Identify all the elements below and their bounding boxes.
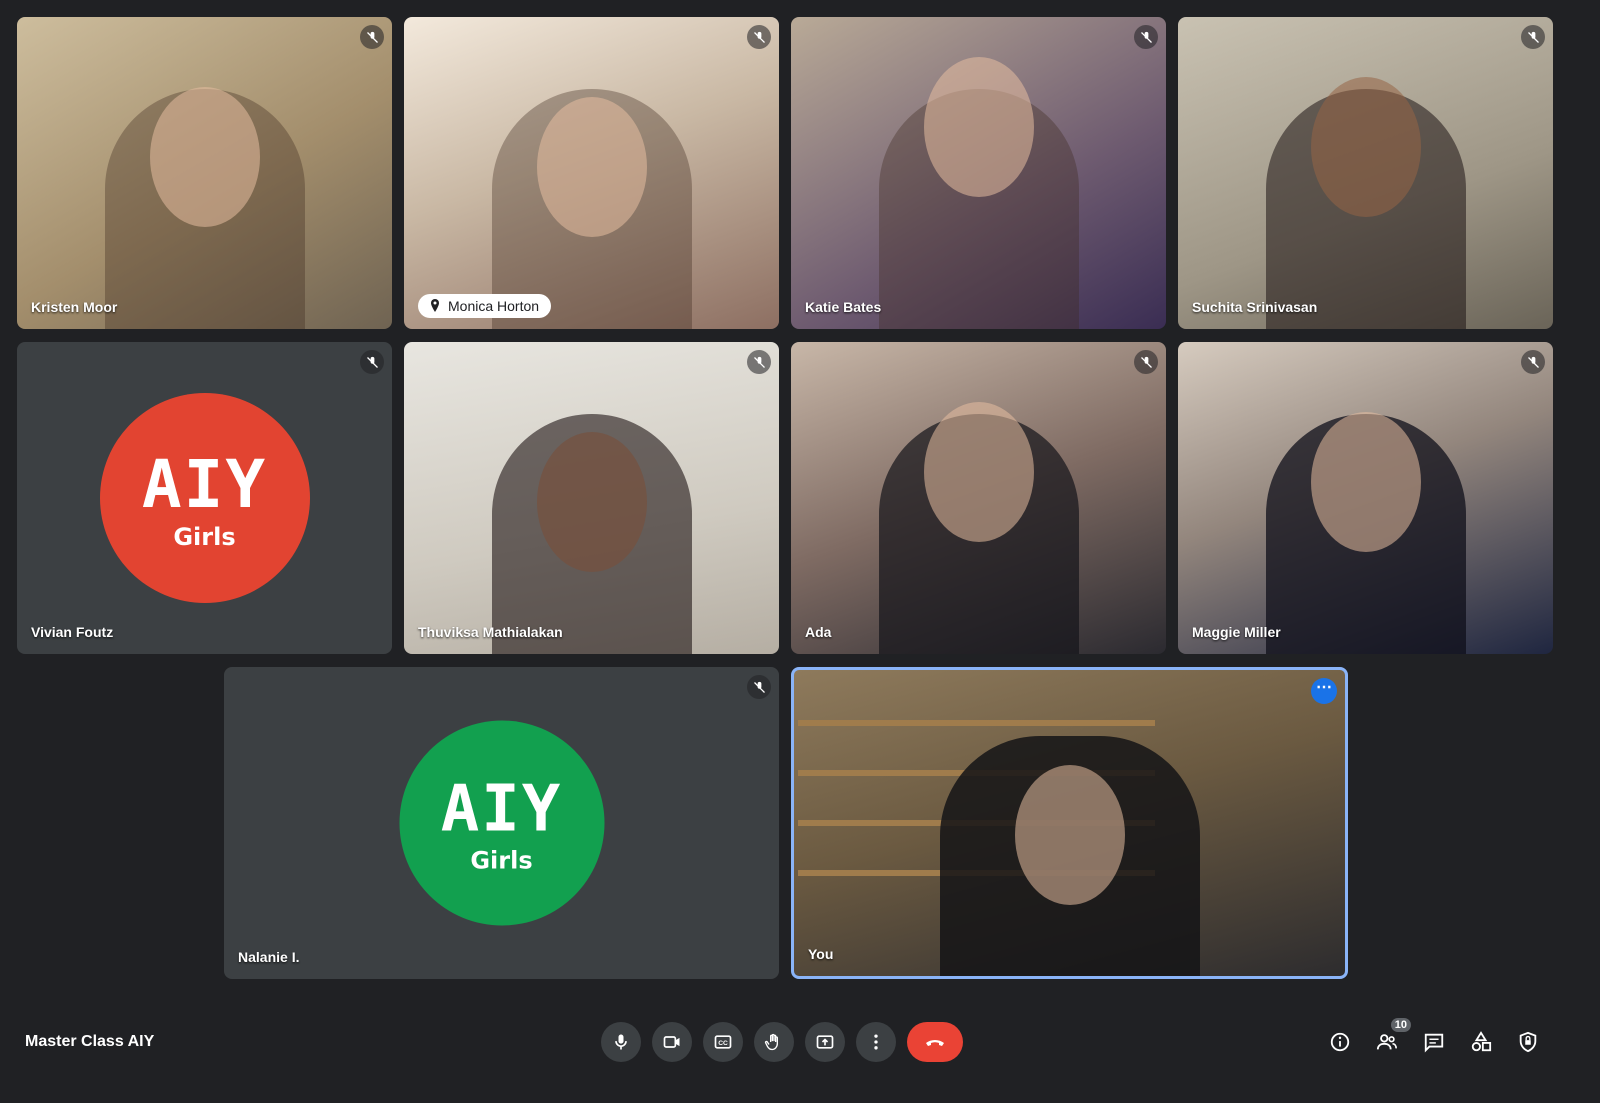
hangup-icon — [926, 1040, 944, 1046]
captions-icon: CC — [714, 1035, 732, 1049]
participant-tile-thuviksa-mathialakan[interactable]: Thuviksa Mathialakan — [404, 342, 779, 654]
raise-hand-button[interactable] — [754, 1022, 794, 1062]
participant-name-label: Monica Horton — [448, 298, 540, 314]
participant-tile-monica-horton[interactable]: Monica Horton — [404, 17, 779, 329]
camera-icon — [663, 1036, 680, 1048]
avatar-logo-subtext: Girls — [470, 846, 533, 874]
mic-icon — [615, 1034, 627, 1050]
participant-name: Kristen Moor — [31, 299, 118, 315]
leave-call-button[interactable] — [907, 1022, 963, 1062]
mic-off-icon — [1134, 350, 1158, 374]
chat-icon — [1424, 1033, 1444, 1053]
participant-name: Monica Horton — [418, 294, 552, 318]
host-controls-button[interactable] — [1512, 1026, 1544, 1058]
raise-hand-icon — [764, 1033, 778, 1051]
mic-off-icon — [1521, 350, 1545, 374]
more-options-button[interactable]: ⋯ — [1311, 678, 1337, 704]
host-controls-icon — [1519, 1031, 1537, 1053]
present-icon — [816, 1035, 834, 1049]
mic-button[interactable] — [601, 1022, 641, 1062]
avatar: AIY Girls — [399, 720, 604, 926]
participant-face — [1014, 765, 1125, 905]
people-button[interactable]: 10 — [1371, 1018, 1411, 1058]
participant-name: Suchita Srinivasan — [1192, 299, 1318, 315]
participant-face — [1310, 412, 1421, 552]
participant-face — [536, 432, 647, 572]
captions-button[interactable]: CC — [703, 1022, 743, 1062]
participant-tile-suchita-srinivasan[interactable]: Suchita Srinivasan — [1178, 17, 1553, 329]
info-icon — [1330, 1032, 1350, 1052]
participant-face — [536, 97, 647, 237]
pin-icon — [431, 299, 439, 312]
meeting-details-button[interactable] — [1324, 1026, 1356, 1058]
mic-off-icon — [360, 350, 384, 374]
participant-name: Katie Bates — [805, 299, 882, 315]
participant-count-badge: 10 — [1390, 1018, 1411, 1032]
participant-tile-katie-bates[interactable]: Katie Bates — [791, 17, 1166, 329]
more-options-button[interactable] — [856, 1022, 896, 1062]
avatar-logo-subtext: Girls — [173, 522, 236, 551]
participant-tile-vivian-foutz[interactable]: AIY Girls Vivian Foutz — [17, 342, 392, 654]
svg-text:CC: CC — [718, 1040, 728, 1047]
participant-tile-nalanie[interactable]: AIY Girls Nalanie I. — [224, 667, 779, 979]
activities-icon — [1471, 1031, 1492, 1052]
chat-button[interactable] — [1418, 1026, 1450, 1058]
participant-face — [923, 402, 1034, 542]
participant-face — [923, 57, 1034, 197]
participant-tile-maggie-miller[interactable]: Maggie Miller — [1178, 342, 1553, 654]
mic-off-icon — [360, 25, 384, 49]
people-icon — [1376, 1034, 1397, 1050]
present-button[interactable] — [805, 1022, 845, 1062]
camera-button[interactable] — [652, 1022, 692, 1062]
participant-tile-ada[interactable]: Ada — [791, 342, 1166, 654]
avatar: AIY Girls — [99, 393, 310, 603]
participant-name: Thuviksa Mathialakan — [418, 624, 563, 640]
participant-name: Ada — [805, 624, 832, 640]
participant-name: Maggie Miller — [1192, 624, 1281, 640]
participant-name: Nalanie I. — [238, 949, 300, 965]
avatar-logo-text: AIY — [141, 445, 268, 523]
avatar-logo-text: AIY — [440, 772, 563, 846]
participant-face — [1310, 77, 1421, 217]
more-options-icon — [874, 1034, 878, 1050]
meeting-title: Master Class AIY — [25, 1033, 155, 1050]
participant-name: Vivian Foutz — [31, 624, 114, 640]
mic-off-icon — [747, 350, 771, 374]
participant-face — [149, 87, 260, 227]
participant-tile-self[interactable]: ⋯ You — [791, 667, 1348, 979]
activities-button[interactable] — [1465, 1026, 1497, 1058]
mic-off-icon — [747, 675, 771, 699]
mic-off-icon — [1134, 25, 1158, 49]
participant-tile-kristen-moor[interactable]: Kristen Moor — [17, 17, 392, 329]
bookshelf — [798, 720, 1155, 726]
mic-off-icon — [1521, 25, 1545, 49]
mic-off-icon — [747, 25, 771, 49]
participant-name: You — [808, 946, 834, 962]
